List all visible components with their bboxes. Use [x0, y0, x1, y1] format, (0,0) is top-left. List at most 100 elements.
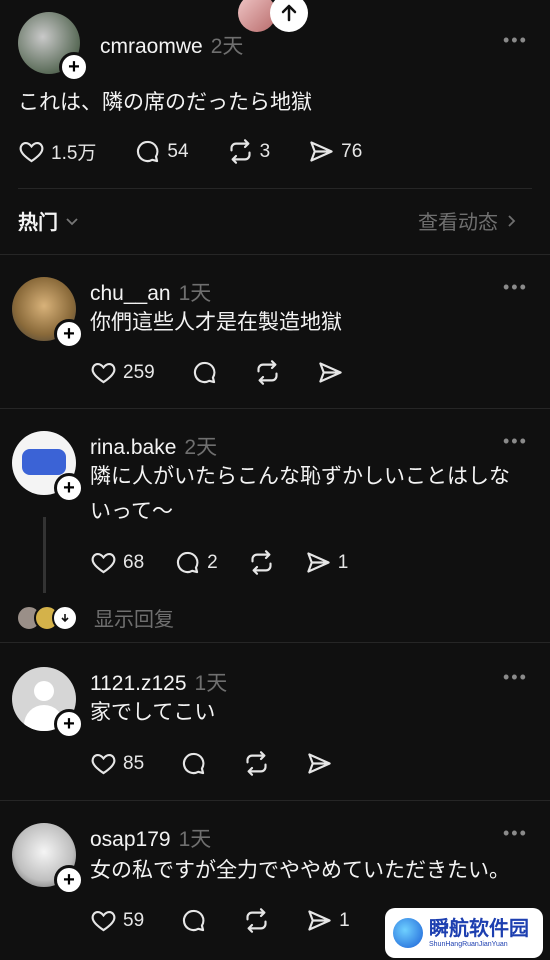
- share-button[interactable]: [317, 359, 344, 386]
- heart-icon: [91, 552, 116, 574]
- share-count: 1: [337, 551, 349, 573]
- reply-text: 家でしてこい: [90, 701, 216, 724]
- reply-item: + rina.bake 2天 ••• 隣に人がいたらこんな恥ずかしいことはしな …: [0, 409, 550, 639]
- thread-line: [43, 517, 46, 593]
- share-count: 1: [339, 909, 350, 931]
- repost-button[interactable]: [254, 359, 281, 386]
- share-button[interactable]: 1: [306, 907, 350, 934]
- like-button[interactable]: 1.5万: [18, 138, 96, 165]
- more-options-icon[interactable]: •••: [503, 277, 528, 298]
- more-options-icon[interactable]: •••: [503, 30, 528, 51]
- more-options-icon[interactable]: •••: [503, 667, 528, 688]
- comment-icon: [183, 909, 205, 932]
- comment-button[interactable]: [191, 359, 218, 386]
- chevron-down-circle-icon: [52, 604, 78, 631]
- heart-icon: [91, 362, 116, 384]
- watermark-logo: 瞬航软件园 ShunHangRuanJianYuan: [385, 908, 543, 958]
- send-icon: [308, 753, 331, 774]
- follow-plus-icon[interactable]: +: [54, 473, 84, 503]
- comment-button[interactable]: 2: [174, 549, 218, 576]
- heart-icon: [91, 753, 116, 775]
- comment-icon: [137, 140, 159, 163]
- reply-actions: 85: [90, 750, 333, 777]
- share-button[interactable]: 1: [305, 549, 349, 576]
- comment-count: 54: [167, 140, 189, 162]
- post-header: cmraomwe 2天: [100, 30, 243, 60]
- heart-icon: [19, 141, 44, 163]
- reply-actions: 259: [90, 359, 344, 386]
- comment-button[interactable]: [180, 750, 207, 777]
- heart-icon: [91, 910, 116, 932]
- reply-time: 1天: [178, 828, 212, 851]
- share-count: 76: [341, 140, 363, 162]
- follow-plus-icon[interactable]: +: [54, 709, 84, 739]
- repost-icon: [229, 139, 251, 164]
- reply-header: rina.bake 2天: [90, 431, 217, 461]
- avatar-head: [34, 681, 54, 701]
- reply-author[interactable]: osap179: [90, 828, 171, 852]
- reply-time: 1天: [194, 672, 228, 695]
- divider: [18, 188, 532, 189]
- comment-icon: [177, 551, 199, 574]
- send-icon: [310, 141, 333, 162]
- sort-dropdown[interactable]: 热门: [18, 206, 80, 235]
- chevron-right-icon: [508, 214, 516, 227]
- reply-actions: 68 2 1: [90, 549, 348, 576]
- like-count: 59: [123, 909, 145, 931]
- like-count: 85: [123, 752, 145, 774]
- comment-count: 2: [207, 551, 218, 573]
- send-icon: [319, 362, 342, 383]
- like-button[interactable]: 85: [90, 750, 144, 777]
- reply-author[interactable]: 1121.z125: [90, 672, 187, 696]
- reply-actions: 59 1: [90, 907, 350, 934]
- comment-button[interactable]: [180, 907, 207, 934]
- repost-button[interactable]: 3: [227, 138, 270, 165]
- like-count: 259: [123, 361, 155, 383]
- view-activity-label: 查看动态: [418, 212, 498, 234]
- comment-icon: [183, 752, 205, 775]
- show-replies-button[interactable]: 显示回复: [16, 603, 174, 632]
- follow-plus-icon[interactable]: +: [54, 319, 84, 349]
- comment-icon: [193, 361, 216, 384]
- watermark-emblem: [393, 918, 423, 948]
- repost-icon: [251, 550, 272, 575]
- reply-author[interactable]: chu__an: [90, 282, 171, 306]
- repost-button[interactable]: [243, 907, 270, 934]
- share-button[interactable]: [306, 750, 333, 777]
- like-count: 1.5万: [51, 143, 97, 164]
- more-options-icon[interactable]: •••: [503, 823, 528, 844]
- post-actions: 1.5万 54 3 76: [18, 138, 362, 165]
- reply-author[interactable]: rina.bake: [90, 436, 176, 460]
- reply-header: 1121.z125 1天: [90, 667, 227, 697]
- post-time: 2天: [210, 35, 244, 58]
- watermark-text: 瞬航软件园 ShunHangRuanJianYuan: [429, 918, 529, 949]
- repost-icon: [246, 751, 267, 776]
- watermark-title: 瞬航软件园: [429, 917, 529, 940]
- reply-text: 你們這些人才是在製造地獄: [90, 311, 342, 334]
- like-button[interactable]: 259: [90, 359, 155, 386]
- comment-button[interactable]: 54: [134, 138, 189, 165]
- repost-icon: [246, 908, 267, 933]
- reply-header: osap179 1天: [90, 823, 211, 853]
- reply-time: 1天: [178, 282, 212, 305]
- like-button[interactable]: 59: [90, 907, 144, 934]
- more-options-icon[interactable]: •••: [503, 431, 528, 452]
- view-activity-link[interactable]: 查看动态: [418, 206, 518, 235]
- send-icon: [308, 910, 331, 931]
- reply-item: + chu__an 1天 ••• 你們這些人才是在製造地獄 259: [0, 255, 550, 407]
- follow-plus-icon[interactable]: +: [59, 52, 89, 82]
- reply-text-line-1: 隣に人がいたらこんな恥ずかしいことはしな: [90, 465, 510, 488]
- reply-header: chu__an 1天: [90, 277, 211, 307]
- repost-button[interactable]: [248, 549, 275, 576]
- reply-text: 女の私ですが全力でややめていただきたい。: [90, 859, 510, 882]
- like-button[interactable]: 68: [90, 549, 144, 576]
- post-author[interactable]: cmraomwe: [100, 35, 203, 59]
- sort-label: 热门: [18, 212, 58, 234]
- watermark-subtitle: ShunHangRuanJianYuan: [429, 940, 508, 948]
- show-replies-label: 显示回复: [94, 609, 174, 631]
- avatar-art: [22, 449, 66, 475]
- replier-avatars: [16, 604, 78, 631]
- follow-plus-icon[interactable]: +: [54, 865, 84, 895]
- repost-button[interactable]: [243, 750, 270, 777]
- share-button[interactable]: 76: [308, 138, 362, 165]
